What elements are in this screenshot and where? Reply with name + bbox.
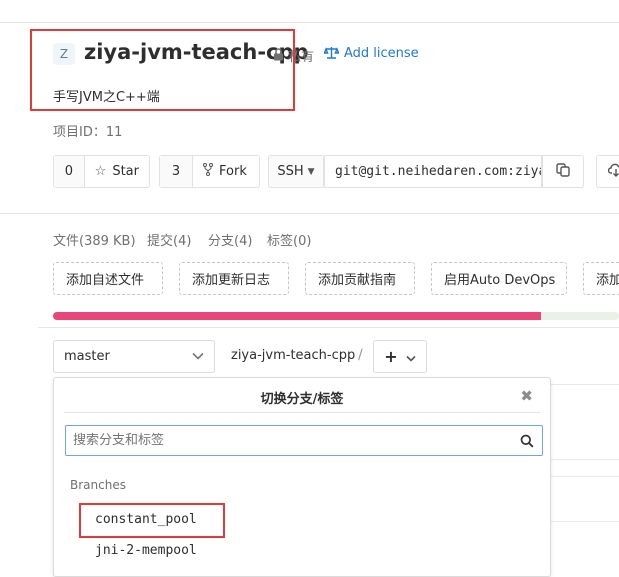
plus-icon: +: [384, 347, 398, 366]
fork-icon: [203, 163, 213, 180]
add-license-link[interactable]: Add license: [344, 46, 419, 61]
project-id: 项目ID：11: [53, 125, 123, 140]
table-row-line: [548, 384, 619, 385]
breadcrumb-separator: /: [358, 347, 363, 363]
section-divider: [0, 213, 619, 214]
table-row-line: [548, 459, 619, 460]
scale-icon: [323, 45, 340, 64]
stat-files[interactable]: 文件(389 KB): [53, 230, 136, 249]
star-count: 0: [54, 156, 85, 187]
dropdown-title: 切换分支/标签: [260, 392, 344, 407]
clone-url-field[interactable]: git@git.neihedaren.com:ziya/ziya-jvm-tea…: [324, 155, 542, 188]
branch-dropdown: 切换分支/标签 ✖ Branches constant_pool jni-2-m…: [53, 377, 551, 577]
branch-selector-label: master: [64, 349, 110, 364]
top-divider: [0, 22, 619, 23]
branch-item-jni-2-mempool[interactable]: jni-2-mempool: [95, 543, 197, 558]
fork-button[interactable]: 3 Fork: [159, 155, 260, 188]
fork-label: Fork: [219, 164, 247, 179]
add-changelog-button[interactable]: 添加更新日志: [179, 262, 289, 295]
chevron-down-icon: [192, 349, 204, 364]
add-more-button[interactable]: 添加: [583, 262, 619, 295]
copy-url-button[interactable]: [542, 155, 584, 188]
stat-commits[interactable]: 提交(4): [147, 230, 191, 249]
branches-section-header: Branches: [70, 478, 126, 492]
fork-count: 3: [160, 156, 193, 187]
star-icon: ☆: [94, 164, 107, 179]
protocol-label: SSH: [277, 164, 304, 179]
breadcrumb-project[interactable]: ziya-jvm-teach-cpp: [231, 348, 355, 363]
branch-selector[interactable]: master: [53, 340, 215, 373]
stat-tags[interactable]: 标签(0): [267, 230, 311, 249]
annotation-box-title: [30, 29, 295, 111]
download-icon: [607, 163, 619, 181]
star-button[interactable]: 0 ☆ Star: [53, 155, 150, 188]
search-icon: [520, 433, 534, 452]
file-tree-divider: [38, 327, 619, 328]
stat-branches[interactable]: 分支(4): [208, 230, 252, 249]
clone-protocol-select[interactable]: SSH ▼: [268, 155, 324, 188]
dropdown-divider: [64, 412, 540, 413]
copy-icon: [556, 162, 570, 181]
language-bar-primary: [53, 312, 541, 320]
table-row-line: [548, 521, 619, 522]
branch-search-input[interactable]: [65, 425, 543, 456]
annotation-box-branch: [79, 503, 225, 538]
download-button[interactable]: [596, 155, 619, 188]
chevron-down-icon: [406, 347, 416, 366]
language-bar: [53, 312, 619, 320]
enable-auto-devops-button[interactable]: 启用Auto DevOps: [431, 262, 567, 295]
close-icon[interactable]: ✖: [520, 387, 533, 405]
add-contributing-button[interactable]: 添加贡献指南: [305, 262, 415, 295]
caret-down-icon: ▼: [307, 166, 315, 177]
star-label: Star: [112, 164, 139, 179]
add-file-dropdown-button[interactable]: +: [373, 340, 427, 373]
table-row-line: [548, 476, 619, 477]
add-readme-button[interactable]: 添加自述文件: [53, 262, 163, 295]
